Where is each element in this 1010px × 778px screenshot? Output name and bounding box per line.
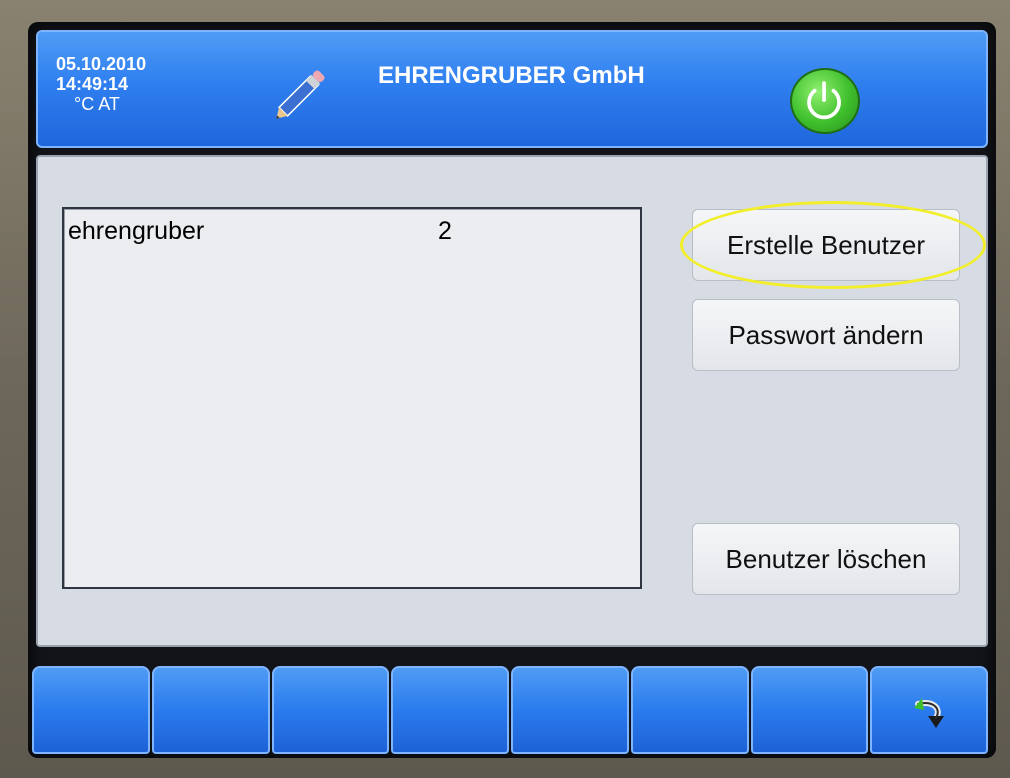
- power-button[interactable]: [790, 68, 860, 134]
- header-bar: 05.10.2010 14:49:14 °C AT EHRENGRUBER Gm…: [36, 30, 988, 148]
- user-level: 2: [438, 217, 452, 245]
- datetime-block: 05.10.2010 14:49:14 °C AT: [56, 54, 146, 114]
- function-key-2[interactable]: [151, 666, 270, 754]
- function-key-bar: [32, 666, 988, 756]
- pencil-icon[interactable]: [266, 64, 336, 124]
- back-arrow-icon: [914, 698, 945, 728]
- create-user-button[interactable]: Erstelle Benutzer: [692, 209, 960, 281]
- function-key-5[interactable]: [511, 666, 629, 754]
- function-key-1[interactable]: [32, 666, 150, 754]
- user-name: ehrengruber: [68, 217, 205, 245]
- function-key-4[interactable]: [391, 666, 509, 754]
- list-item[interactable]: ehrengruber 2: [68, 217, 628, 247]
- delete-user-button[interactable]: Benutzer löschen: [692, 523, 960, 595]
- change-password-button[interactable]: Passwort ändern: [692, 299, 960, 371]
- function-key-3[interactable]: [271, 666, 390, 754]
- company-title: EHRENGRUBER GmbH: [378, 62, 645, 89]
- back-button[interactable]: [870, 666, 988, 754]
- power-icon: [807, 81, 841, 120]
- user-management-panel: ehrengruber 2 Erstelle Benutzer Passwort…: [36, 155, 988, 647]
- user-listbox[interactable]: ehrengruber 2: [62, 207, 642, 589]
- date-label: 05.10.2010: [56, 54, 147, 74]
- time-label: 14:49:14: [56, 74, 129, 94]
- function-key-6[interactable]: [630, 666, 749, 754]
- units-label: °C AT: [74, 94, 120, 114]
- function-key-7[interactable]: [750, 666, 869, 754]
